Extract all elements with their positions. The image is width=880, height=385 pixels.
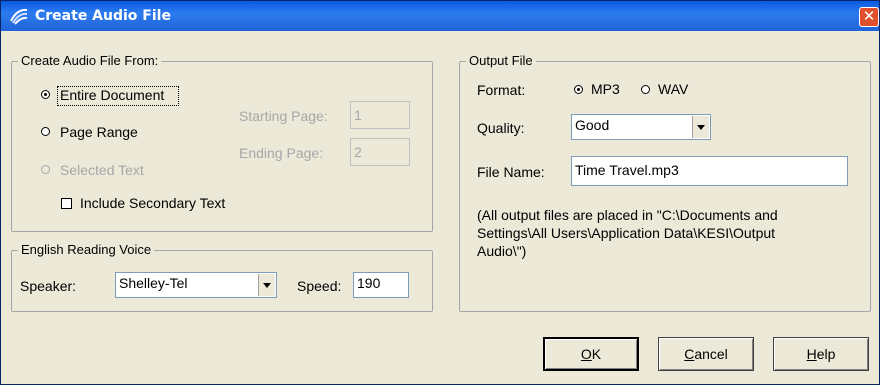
ending-page-input: 2 <box>350 138 410 166</box>
close-button[interactable]: ✕ <box>859 7 879 27</box>
page-range-radio[interactable] <box>41 127 50 136</box>
cancel-label: ancel <box>694 346 728 362</box>
speaker-value: Shelley-Tel <box>119 275 188 291</box>
note-line-2: Settings\All Users\Application Data\KESI… <box>477 225 776 241</box>
source-group-title: Create Audio File From: <box>18 53 162 69</box>
window-title: Create Audio File <box>35 8 171 24</box>
starting-page-label: Starting Page: <box>239 108 328 124</box>
chevron-down-icon[interactable] <box>692 116 709 138</box>
include-secondary-checkbox[interactable] <box>61 198 72 209</box>
voice-group-title: English Reading Voice <box>18 242 155 258</box>
cancel-button[interactable]: Cancel <box>658 337 754 371</box>
speed-label: Speed: <box>297 278 342 294</box>
chevron-down-icon[interactable] <box>258 274 275 296</box>
wav-radio[interactable] <box>641 85 650 94</box>
quality-label: Quality: <box>477 120 525 136</box>
speaker-label: Speaker: <box>20 278 77 294</box>
entire-document-radio[interactable] <box>41 90 50 99</box>
format-label: Format: <box>477 82 526 98</box>
mp3-radio[interactable] <box>574 85 583 94</box>
create-audio-file-dialog: Create Audio File ✕ Create Audio File Fr… <box>0 0 880 385</box>
output-path-note: (All output files are placed in "C:\Docu… <box>477 206 778 260</box>
page-range-label[interactable]: Page Range <box>60 124 138 141</box>
close-icon: ✕ <box>862 7 876 25</box>
ok-label: K <box>591 346 602 362</box>
ending-page-label: Ending Page: <box>239 145 324 161</box>
filename-input[interactable]: Time Travel.mp3 <box>571 156 848 186</box>
mp3-label[interactable]: MP3 <box>591 81 620 98</box>
wav-label[interactable]: WAV <box>658 81 688 98</box>
help-button[interactable]: Help <box>773 337 869 371</box>
include-secondary-label[interactable]: Include Secondary Text <box>80 195 225 212</box>
app-icon <box>10 8 28 25</box>
speed-input[interactable]: 190 <box>353 272 409 298</box>
cancel-mnemonic: C <box>684 346 695 362</box>
ok-button[interactable]: OK <box>543 337 639 371</box>
starting-page-input: 1 <box>350 101 410 129</box>
entire-document-label[interactable]: Entire Document <box>60 87 164 104</box>
help-mnemonic: H <box>806 346 817 362</box>
quality-select[interactable]: Good <box>571 114 711 140</box>
note-line-1: (All output files are placed in "C:\Docu… <box>477 207 778 223</box>
quality-value: Good <box>575 117 610 133</box>
speaker-select[interactable]: Shelley-Tel <box>115 272 277 298</box>
ok-mnemonic: O <box>580 346 592 362</box>
selected-text-radio <box>41 165 50 174</box>
selected-text-label: Selected Text <box>60 162 144 178</box>
title-bar[interactable]: Create Audio File ✕ <box>1 1 879 31</box>
note-line-3: Audio\") <box>477 243 527 259</box>
output-group-title: Output File <box>466 53 536 69</box>
help-label: elp <box>816 346 836 362</box>
filename-label: File Name: <box>477 164 545 180</box>
